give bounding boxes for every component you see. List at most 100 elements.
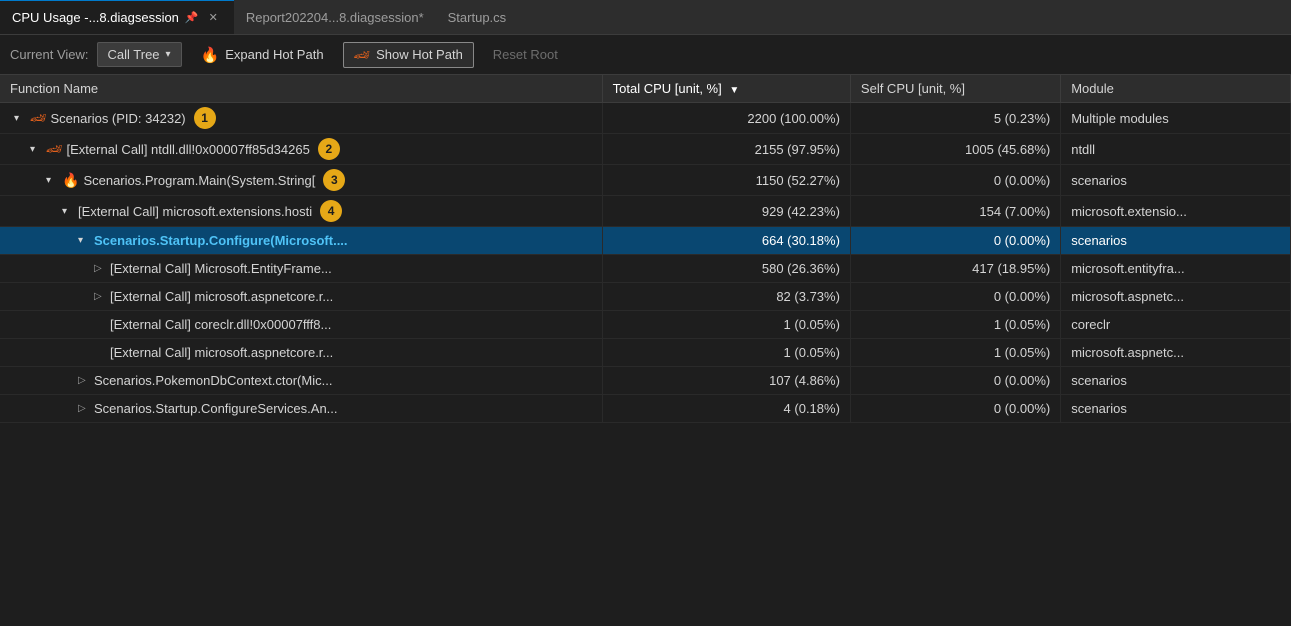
total-cpu-cell: 664 (30.18%) [602,227,850,255]
function-name-cell: [External Call] microsoft.aspnetcore.r..… [0,339,602,367]
tab-close-icon[interactable]: ✕ [205,9,222,26]
total-cpu-cell: 2200 (100.00%) [602,103,850,134]
total-cpu-cell: 580 (26.36%) [602,255,850,283]
total-cpu-cell: 107 (4.86%) [602,367,850,395]
table-row[interactable]: [External Call] microsoft.aspnetcore.r..… [0,339,1291,367]
chevron-down-icon: ▾ [166,49,171,60]
module-cell: microsoft.entityfra... [1061,255,1291,283]
table-row[interactable]: ▾ [External Call] microsoft.extensions.ho… [0,196,1291,227]
table-container: Function Name Total CPU [unit, %] ▼ Self… [0,75,1291,626]
table-row[interactable]: ▾🏎[External Call] ntdll.dll!0x00007ff85d… [0,134,1291,165]
tab-cpu-usage-label: CPU Usage -...8.diagsession [12,10,179,25]
function-name-cell: ▾ [External Call] microsoft.extensions.ho… [0,196,602,227]
self-cpu-cell: 154 (7.00%) [850,196,1060,227]
module-cell: coreclr [1061,311,1291,339]
module-cell: scenarios [1061,165,1291,196]
expand-icon[interactable]: ▷ [78,375,90,386]
module-cell: scenarios [1061,367,1291,395]
function-name-cell: ▷[External Call] Microsoft.EntityFrame..… [0,255,602,283]
col-module[interactable]: Module [1061,75,1291,103]
function-name-cell: ▾ 🏎 Scenarios (PID: 34232) 1 [0,103,602,134]
col-total-cpu[interactable]: Total CPU [unit, %] ▼ [602,75,850,103]
total-cpu-cell: 82 (3.73%) [602,283,850,311]
table-header: Function Name Total CPU [unit, %] ▼ Self… [0,75,1291,103]
total-cpu-cell: 929 (42.23%) [602,196,850,227]
tab-pin-icon[interactable]: 📌 [185,11,199,24]
expand-icon[interactable]: ▾ [46,175,58,186]
table-row[interactable]: ▾Scenarios.Startup.Configure(Microsoft..… [0,227,1291,255]
tab-startup[interactable]: Startup.cs [436,0,519,34]
table-row[interactable]: ▷ Scenarios.PokemonDbContext.ctor(Mic... 1… [0,367,1291,395]
function-name-text: Scenarios.Program.Main(System.String[ [83,173,315,188]
self-cpu-cell: 0 (0.00%) [850,283,1060,311]
function-name-text: [External Call] microsoft.extensions.hos… [78,204,312,219]
function-name-cell: ▷ Scenarios.Startup.ConfigureServices.An.… [0,395,602,423]
self-cpu-cell: 1 (0.05%) [850,339,1060,367]
fire-icon: 🔥 [62,172,79,189]
reset-root-button[interactable]: Reset Root [482,42,569,67]
col-self-cpu[interactable]: Self CPU [unit, %] [850,75,1060,103]
expand-icon[interactable]: ▾ [78,235,90,246]
function-name-text: Scenarios.Startup.ConfigureServices.An..… [94,401,338,416]
current-view-label: Current View: [10,47,89,62]
table-row[interactable]: [External Call] coreclr.dll!0x00007fff8.… [0,311,1291,339]
function-name-text: Scenarios (PID: 34232) [51,111,186,126]
table-row[interactable]: ▷ [External Call] microsoft.aspnetcore.r.… [0,283,1291,311]
module-cell: microsoft.aspnetc... [1061,339,1291,367]
hot-path-badge: 2 [318,138,340,160]
show-hot-path-button[interactable]: 🏎 Show Hot Path [343,42,474,68]
fire-icon: 🔥 [201,46,220,64]
self-cpu-cell: 417 (18.95%) [850,255,1060,283]
hotpath-icon: 🏎 [46,141,63,157]
module-cell: Multiple modules [1061,103,1291,134]
self-cpu-cell: 0 (0.00%) [850,165,1060,196]
hot-path-badge: 1 [194,107,216,129]
function-name-cell: ▷ Scenarios.PokemonDbContext.ctor(Mic... [0,367,602,395]
hot-path-badge: 4 [320,200,342,222]
hotpath-icon: 🏎 [354,47,371,63]
tab-report[interactable]: Report202204...8.diagsession* [234,0,436,34]
table-row[interactable]: ▾ 🏎 Scenarios (PID: 34232) 1 2200 (100.00%)5… [0,103,1291,134]
table-row[interactable]: ▷[External Call] Microsoft.EntityFrame..… [0,255,1291,283]
view-dropdown-label: Call Tree [108,47,160,62]
tab-report-label: Report202204...8.diagsession* [246,10,424,25]
expand-hot-path-button[interactable]: 🔥 Expand Hot Path [190,41,335,69]
table-row[interactable]: ▷ Scenarios.Startup.ConfigureServices.An.… [0,395,1291,423]
expand-icon[interactable]: ▷ [94,263,106,274]
table-row[interactable]: ▾🔥Scenarios.Program.Main(System.String[3… [0,165,1291,196]
function-name-text: [External Call] coreclr.dll!0x00007fff8.… [110,317,331,332]
function-name-cell: ▾🏎[External Call] ntdll.dll!0x00007ff85d… [0,134,602,165]
expand-icon[interactable]: ▾ [30,144,42,155]
show-hot-path-label: Show Hot Path [376,47,463,62]
function-name-cell: ▷ [External Call] microsoft.aspnetcore.r.… [0,283,602,311]
self-cpu-cell: 0 (0.00%) [850,367,1060,395]
module-cell: scenarios [1061,227,1291,255]
col-function-name[interactable]: Function Name [0,75,602,103]
sort-arrow-icon: ▼ [729,85,739,96]
expand-icon[interactable]: ▷ [94,291,106,302]
function-name-text: [External Call] microsoft.aspnetcore.r..… [110,345,333,360]
tab-cpu-usage[interactable]: CPU Usage -...8.diagsession 📌 ✕ [0,0,234,34]
hotpath-icon: 🏎 [30,110,47,126]
call-tree-table: Function Name Total CPU [unit, %] ▼ Self… [0,75,1291,423]
function-name-cell: [External Call] coreclr.dll!0x00007fff8.… [0,311,602,339]
reset-root-label: Reset Root [493,47,558,62]
expand-icon[interactable]: ▾ [14,113,26,124]
tab-startup-label: Startup.cs [448,10,507,25]
expand-hot-path-label: Expand Hot Path [225,47,323,62]
function-name-text: [External Call] microsoft.aspnetcore.r..… [110,289,333,304]
self-cpu-cell: 0 (0.00%) [850,227,1060,255]
self-cpu-cell: 1 (0.05%) [850,311,1060,339]
expand-icon[interactable]: ▾ [62,206,74,217]
table-body: ▾🏎Scenarios (PID: 34232)12200 (100.00%)5… [0,103,1291,423]
toolbar: Current View: Call Tree ▾ 🔥 Expand Hot P… [0,35,1291,75]
view-dropdown[interactable]: Call Tree ▾ [97,42,182,67]
function-name-cell: ▾🔥Scenarios.Program.Main(System.String[3 [0,165,602,196]
self-cpu-cell: 0 (0.00%) [850,395,1060,423]
expand-icon[interactable]: ▷ [78,403,90,414]
self-cpu-cell: 5 (0.23%) [850,103,1060,134]
total-cpu-cell: 2155 (97.95%) [602,134,850,165]
module-cell: microsoft.aspnetc... [1061,283,1291,311]
function-name-text: Scenarios.PokemonDbContext.ctor(Mic... [94,373,332,388]
total-cpu-cell: 1150 (52.27%) [602,165,850,196]
